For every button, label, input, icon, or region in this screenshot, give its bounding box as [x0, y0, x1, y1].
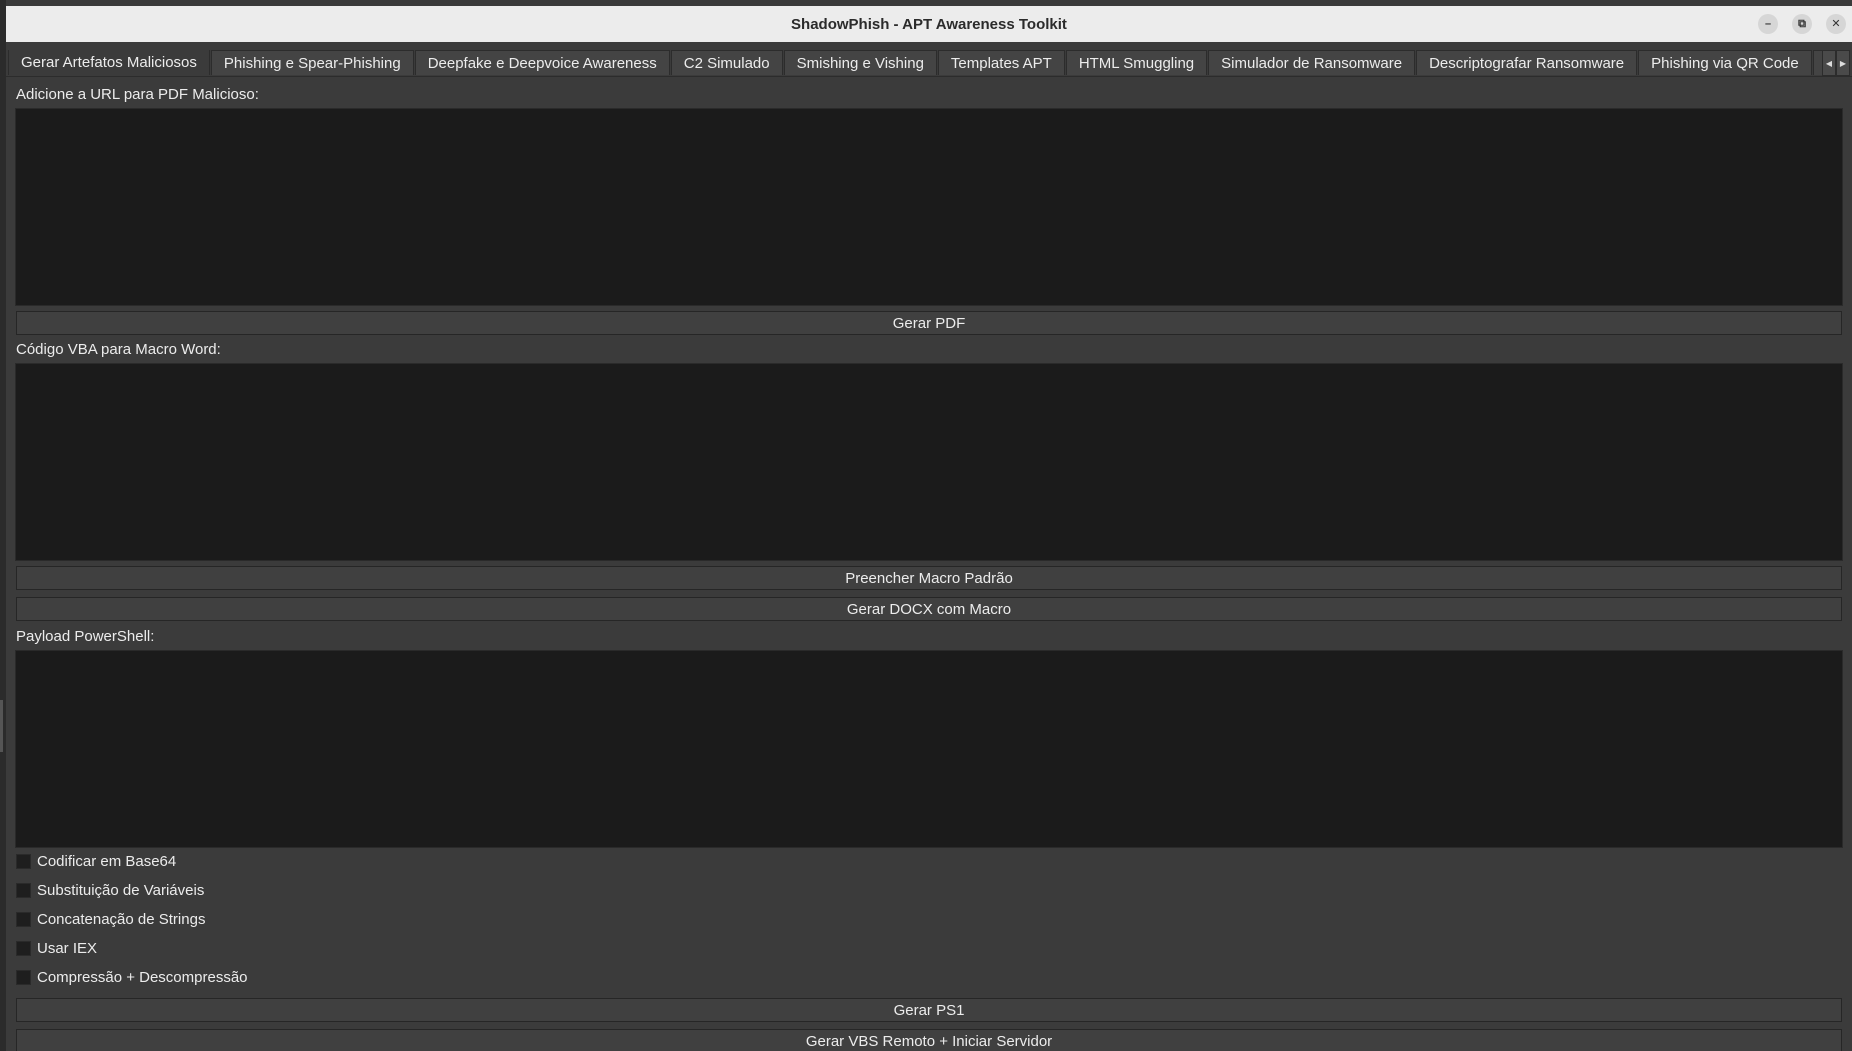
- tab-html-smuggling[interactable]: HTML Smuggling: [1065, 50, 1208, 75]
- tab-bar: Gerar Artefatos Maliciosos Phishing e Sp…: [6, 42, 1852, 76]
- tab-smishing[interactable]: Smishing e Vishing: [783, 50, 937, 75]
- title-bar[interactable]: ShadowPhish - APT Awareness Toolkit – ⧉ …: [6, 6, 1852, 42]
- checkbox[interactable]: [16, 912, 31, 927]
- pdf-url-input[interactable]: [15, 108, 1843, 306]
- generate-ps1-button[interactable]: Gerar PS1: [16, 998, 1842, 1022]
- option-base64[interactable]: Codificar em Base64: [16, 853, 176, 870]
- generate-docx-button[interactable]: Gerar DOCX com Macro: [16, 597, 1842, 621]
- option-compression[interactable]: Compressão + Descompressão: [16, 969, 248, 986]
- tab-phishing[interactable]: Phishing e Spear-Phishing: [210, 50, 414, 75]
- fill-default-macro-button[interactable]: Preencher Macro Padrão: [16, 566, 1842, 590]
- tab-simulador-ransomware[interactable]: Simulador de Ransomware: [1208, 50, 1416, 75]
- scroll-left-icon[interactable]: ◀: [1822, 50, 1836, 76]
- tab-descriptografar-ransomware[interactable]: Descriptografar Ransomware: [1416, 50, 1638, 75]
- option-variable-substitution[interactable]: Substituição de Variáveis: [16, 882, 204, 899]
- desktop-edge-marker: [0, 700, 3, 752]
- vba-macro-input[interactable]: [15, 363, 1843, 561]
- tab-deepfake[interactable]: Deepfake e Deepvoice Awareness: [414, 50, 670, 75]
- tab-content: Adicione a URL para PDF Malicioso: Gerar…: [6, 76, 1852, 1051]
- checkbox[interactable]: [16, 941, 31, 956]
- scroll-right-icon[interactable]: ▶: [1836, 50, 1850, 76]
- close-icon[interactable]: ✕: [1826, 14, 1846, 34]
- pdf-url-label: Adicione a URL para PDF Malicioso:: [16, 86, 259, 103]
- option-use-iex[interactable]: Usar IEX: [16, 940, 97, 957]
- minimize-icon[interactable]: –: [1758, 14, 1778, 34]
- checkbox[interactable]: [16, 854, 31, 869]
- option-label: Codificar em Base64: [37, 853, 177, 870]
- powershell-payload-input[interactable]: [15, 650, 1843, 848]
- option-label: Usar IEX: [37, 940, 98, 957]
- window-controls: – ⧉ ✕: [1758, 14, 1846, 34]
- tab-templates-apt[interactable]: Templates APT: [937, 50, 1065, 75]
- tab-c2-simulado[interactable]: C2 Simulado: [670, 50, 783, 75]
- tab-scroll-buttons: ◀ ▶: [1822, 50, 1850, 76]
- option-label: Concatenação de Strings: [37, 911, 206, 928]
- option-label: Substituição de Variáveis: [37, 882, 205, 899]
- window-title: ShadowPhish - APT Awareness Toolkit: [791, 15, 1067, 33]
- restore-icon[interactable]: ⧉: [1792, 14, 1812, 34]
- tab-list: Gerar Artefatos Maliciosos Phishing e Sp…: [8, 50, 1828, 76]
- tab-gerar-artefatos[interactable]: Gerar Artefatos Maliciosos: [8, 50, 210, 75]
- tab-phishing-qr-code[interactable]: Phishing via QR Code: [1638, 50, 1812, 75]
- powershell-payload-label: Payload PowerShell:: [16, 628, 155, 645]
- generate-vbs-server-button[interactable]: Gerar VBS Remoto + Iniciar Servidor: [16, 1029, 1842, 1051]
- vba-macro-label: Código VBA para Macro Word:: [16, 341, 221, 358]
- option-string-concatenation[interactable]: Concatenação de Strings: [16, 911, 205, 928]
- checkbox[interactable]: [16, 970, 31, 985]
- checkbox[interactable]: [16, 883, 31, 898]
- generate-pdf-button[interactable]: Gerar PDF: [16, 311, 1842, 335]
- app-window: ShadowPhish - APT Awareness Toolkit – ⧉ …: [6, 6, 1852, 1051]
- option-label: Compressão + Descompressão: [37, 969, 248, 986]
